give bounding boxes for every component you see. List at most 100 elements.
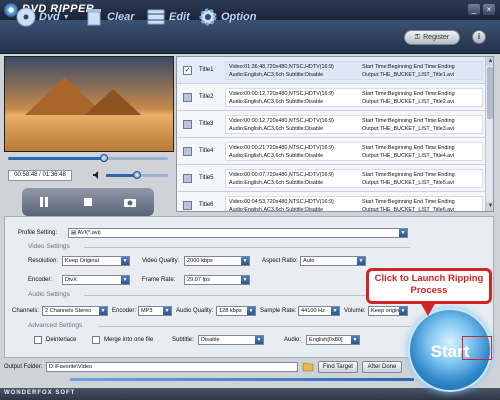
audio-quality-select[interactable]: 128 kbps ▼: [216, 306, 256, 316]
title-time-range: Start Time:Beginning End Time:Ending: [362, 118, 455, 124]
camera-snapshot-icon[interactable]: [122, 194, 138, 210]
section-divider: [98, 326, 410, 327]
sample-rate-label: Sample Rate:: [260, 308, 297, 314]
encoder-label: Encoder:: [28, 277, 53, 283]
output-folder-input[interactable]: D:\Favorite\Video: [46, 362, 298, 372]
audio-track-label: Audio:: [284, 337, 302, 343]
titles-scrollbar[interactable]: ▲ ▼: [485, 57, 493, 211]
title-row[interactable]: Title6 Video:00:04:53,720x480,NTSC,HDTV(1…: [177, 192, 485, 211]
title-video-info: Video:00:00:12,720x480,NTSC,HDTV(16:9): [229, 118, 334, 124]
title-audio-info: Audio:English,AC3,6ch Subtitle:Disable: [229, 126, 324, 132]
merge-checkbox[interactable]: [92, 336, 100, 344]
chevron-down-icon: ▼: [121, 257, 129, 265]
playback-controls: [22, 188, 154, 216]
title-checkbox[interactable]: [183, 93, 192, 102]
video-quality-select[interactable]: 2000 kbps ▼: [184, 256, 250, 266]
register-label: Register: [423, 34, 450, 41]
frame-rate-label: Frame Rate:: [142, 277, 176, 283]
edit-label: Edit: [169, 11, 190, 23]
option-button[interactable]: Option: [198, 4, 256, 30]
frame-rate-value: 29.97 fps: [187, 277, 211, 283]
audio-encoder-value: MP3: [141, 308, 153, 314]
title-checkbox[interactable]: [183, 120, 192, 129]
sample-rate-select[interactable]: 44100 Hz ▼: [298, 306, 340, 316]
volume-slider-handle[interactable]: [133, 171, 141, 179]
title-time-range: Start Time:Beginning End Time:Ending: [362, 64, 455, 70]
film-edit-icon: [147, 9, 165, 25]
subtitle-select[interactable]: Disable ▼: [198, 335, 264, 345]
chevron-down-icon[interactable]: ▼: [63, 14, 70, 21]
title-time-range: Start Time:Beginning End Time:Ending: [362, 199, 455, 205]
speaker-icon[interactable]: [92, 170, 102, 180]
title-video-info: Video:00:04:53,720x480,NTSC,HDTV(16:9): [229, 199, 334, 205]
title-name: Title5: [199, 175, 214, 181]
title-audio-info: Audio:English,AC3,6ch Subtitle:Disable: [229, 153, 324, 159]
title-output: Output:THE_BUCKET_LIST_Title1.avi: [362, 72, 455, 78]
audio-track-select[interactable]: English[0x80] ▼: [306, 335, 360, 345]
title-time-range: Start Time:Beginning End Time:Ending: [362, 172, 455, 178]
channels-select[interactable]: 2 Channels Stereo ▼: [42, 306, 108, 316]
edit-button[interactable]: Edit: [146, 4, 190, 30]
section-divider: [84, 295, 410, 296]
pyramid-image: [85, 89, 141, 115]
title-audio-info: Audio:English,AC3,6ch Subtitle:Disable: [229, 180, 324, 186]
chevron-down-icon: ▼: [121, 276, 129, 284]
chevron-down-icon: ▼: [241, 257, 249, 265]
resolution-select[interactable]: Keep Original ▼: [62, 256, 130, 266]
title-output: Output:THE_BUCKET_LIST_Title3.avi: [362, 126, 455, 132]
footer-brand: WONDERFOX SOFT: [4, 390, 76, 396]
scroll-down-icon[interactable]: ▼: [486, 202, 493, 211]
title-row[interactable]: ✓ Title1 Video:01:36:48,720x480,NTSC,HDTV(…: [177, 57, 485, 84]
title-info: Video:01:36:48,720x480,NTSC,HDTV(16:9) Au…: [225, 61, 483, 80]
scroll-up-icon[interactable]: ▲: [486, 57, 493, 66]
clear-button[interactable]: Clear: [84, 4, 135, 30]
chevron-down-icon: ▼: [357, 257, 365, 265]
title-checkbox[interactable]: [183, 174, 192, 183]
title-info: Video:00:00:07,720x480,NTSC,HDTV(16:9) Au…: [225, 169, 483, 188]
frame-rate-select[interactable]: 29.97 fps ▼: [184, 275, 250, 285]
volume-slider[interactable]: [106, 171, 168, 179]
title-row[interactable]: Title3 Video:00:00:12,720x480,NTSC,HDTV(1…: [177, 111, 485, 138]
playback-progress[interactable]: [8, 154, 168, 162]
encoder-select[interactable]: DivX ▼: [62, 275, 130, 285]
title-info: Video:00:00:21,720x480,NTSC,HDTV(16:9) Au…: [225, 142, 483, 161]
deinterlace-label: Deinterlace: [46, 337, 77, 343]
section-divider: [84, 247, 410, 248]
title-video-info: Video:00:00:12,720x480,NTSC,HDTV(16:9): [229, 91, 334, 97]
sample-rate-value: 44100 Hz: [301, 308, 325, 314]
playback-progress-handle[interactable]: [100, 154, 108, 162]
output-folder-label: Output Folder:: [4, 364, 43, 370]
decorative-bar: [70, 378, 414, 381]
title-checkbox[interactable]: [183, 147, 192, 156]
aspect-ratio-select[interactable]: Auto ▼: [300, 256, 366, 266]
clear-label: Clear: [107, 11, 135, 23]
audio-quality-label: Audio Quality:: [176, 308, 214, 314]
title-name: Title1: [199, 67, 214, 73]
close-button[interactable]: ×: [483, 4, 495, 15]
stop-icon[interactable]: [80, 194, 96, 210]
after-done-button[interactable]: After Done: [362, 361, 402, 373]
info-button[interactable]: i: [472, 30, 486, 44]
channels-label: Channels:: [12, 308, 40, 314]
scrollbar-thumb[interactable]: [487, 67, 493, 119]
title-name: Title2: [199, 94, 214, 100]
merge-label: Merge into one file: [104, 337, 154, 343]
chevron-down-icon: ▼: [399, 307, 407, 315]
audio-encoder-label: Encoder:: [112, 308, 137, 314]
title-row[interactable]: Title5 Video:00:00:07,720x480,NTSC,HDTV(1…: [177, 165, 485, 192]
audio-encoder-select[interactable]: MP3 ▼: [138, 306, 172, 316]
title-checkbox[interactable]: ✓: [183, 66, 192, 75]
volume-select[interactable]: Keep origina ▼: [368, 306, 408, 316]
pause-icon[interactable]: [36, 194, 52, 210]
title-row[interactable]: Title4 Video:00:00:21,720x480,NTSC,HDTV(1…: [177, 138, 485, 165]
dvd-button[interactable]: Dvd ▼: [16, 4, 70, 30]
deinterlace-checkbox[interactable]: [34, 336, 42, 344]
title-checkbox[interactable]: [183, 201, 192, 210]
folder-icon[interactable]: [302, 361, 314, 372]
minimize-button[interactable]: _: [468, 4, 480, 15]
profile-select[interactable]: ▤ AVI(*.avi) ▼: [68, 228, 408, 238]
title-row[interactable]: Title2 Video:00:00:12,720x480,NTSC,HDTV(1…: [177, 84, 485, 111]
find-target-button[interactable]: Find Target: [318, 361, 358, 373]
chevron-down-icon: ▼: [163, 307, 171, 315]
register-button[interactable]: ⚿ Register: [404, 30, 460, 45]
